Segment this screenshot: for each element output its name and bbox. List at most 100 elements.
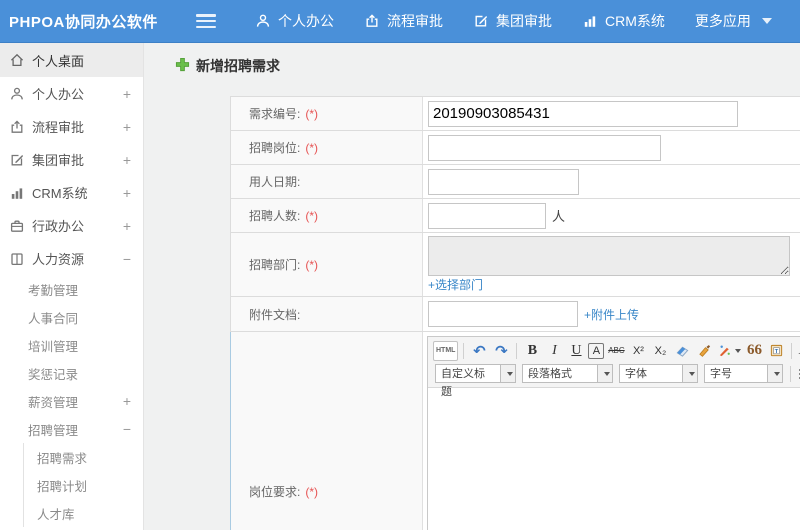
sidebar-item-attendance[interactable]: 考勤管理 xyxy=(0,275,143,303)
field-label: 用人日期: xyxy=(231,165,423,198)
sidebar-item-label: 奖惩记录 xyxy=(28,367,79,382)
edit-icon xyxy=(9,152,25,168)
form-row-position: 招聘岗位: (*) xyxy=(230,131,800,165)
sidebar-item-recruit-mgmt[interactable]: 招聘管理 − xyxy=(0,415,143,443)
italic-button[interactable]: I xyxy=(544,341,564,361)
caret-down-icon xyxy=(688,371,695,376)
sidebar-item-label: CRM系统 xyxy=(32,186,88,201)
menu-toggle-icon[interactable] xyxy=(196,14,216,28)
recruit-submenu: 招聘需求 招聘计划 人才库 xyxy=(23,443,143,527)
sidebar-item-recruit-plan[interactable]: 招聘计划 xyxy=(24,471,143,499)
expand-plus[interactable]: + xyxy=(121,152,133,168)
caret-down-icon xyxy=(773,371,780,376)
heading-select[interactable]: 自定义标题 xyxy=(435,364,516,398)
sidebar-item-admin-office[interactable]: 行政办公 + xyxy=(0,209,143,242)
form-row-date: 用人日期: xyxy=(230,165,800,199)
nav-crm-system[interactable]: CRM系统 xyxy=(582,11,665,31)
nav-label: 个人办公 xyxy=(278,13,334,29)
superscript-button[interactable]: X² xyxy=(628,341,648,361)
label-text: 岗位要求: xyxy=(249,485,301,499)
redo-icon[interactable]: ↷ xyxy=(491,341,511,361)
select-dept-link[interactable]: +选择部门 xyxy=(428,276,483,293)
sidebar-item-reward-punish[interactable]: 奖惩记录 xyxy=(0,359,143,387)
font-border-button[interactable]: A xyxy=(588,342,605,359)
blockquote-button[interactable]: 66 xyxy=(744,341,764,361)
label-text: 招聘人数: xyxy=(249,209,301,223)
paragraph-format-select[interactable]: 段落格式 xyxy=(522,364,613,383)
nav-more-apps[interactable]: 更多应用 xyxy=(695,11,772,31)
nav-personal-office[interactable]: 个人办公 xyxy=(255,11,334,31)
sidebar-item-human-resources[interactable]: 人力资源 − xyxy=(0,242,143,275)
sidebar-item-talent-pool[interactable]: 人才库 xyxy=(24,499,143,527)
req-no-input[interactable] xyxy=(428,100,738,127)
sidebar-item-salary[interactable]: 薪资管理 + xyxy=(0,387,143,415)
undo-icon[interactable]: ↶ xyxy=(469,341,489,361)
underline-button[interactable]: U xyxy=(566,341,586,361)
quick-format-icon[interactable] xyxy=(716,341,742,361)
sidebar-item-training[interactable]: 培训管理 xyxy=(0,331,143,359)
caret-down-icon xyxy=(603,371,610,376)
remove-format-eraser-icon[interactable] xyxy=(672,341,692,361)
recruit-demand-form: 需求编号: (*) 招聘岗位: (*) 用人日期: xyxy=(230,96,800,530)
subscript-button[interactable]: X₂ xyxy=(650,341,670,361)
sidebar-item-label: 人事合同 xyxy=(28,311,79,326)
field-label: 招聘岗位: (*) xyxy=(231,131,423,164)
font-size-select[interactable]: 字号 xyxy=(704,364,783,383)
date-input[interactable] xyxy=(428,168,579,195)
field-label: 需求编号: (*) xyxy=(231,97,423,130)
count-input[interactable] xyxy=(428,202,546,229)
sidebar-item-hr-contract[interactable]: 人事合同 xyxy=(0,303,143,331)
bold-button[interactable]: B xyxy=(522,341,542,361)
sidebar-item-crm-system[interactable]: CRM系统 + xyxy=(0,176,143,209)
sidebar-item-label: 行政办公 xyxy=(32,219,85,234)
hr-submenu: 考勤管理 人事合同 培训管理 奖惩记录 薪资管理 + 招聘管理 − 招聘需求 招… xyxy=(0,275,143,527)
export-arrow-icon xyxy=(364,13,380,29)
caret-down-icon xyxy=(761,18,772,24)
nav-workflow-approval[interactable]: 流程审批 xyxy=(364,11,443,31)
paste-icon[interactable]: T xyxy=(766,341,786,361)
attach-input[interactable] xyxy=(428,301,578,327)
expand-plus[interactable]: + xyxy=(121,119,133,135)
expand-minus[interactable]: − xyxy=(121,251,133,267)
required-mark: (*) xyxy=(305,208,319,223)
person-icon xyxy=(9,86,25,102)
attach-upload-link[interactable]: +附件上传 xyxy=(584,306,639,323)
format-brush-icon[interactable] xyxy=(694,341,714,361)
export-arrow-icon xyxy=(9,119,25,135)
sidebar-item-label: 个人办公 xyxy=(32,87,85,102)
caret-down-icon xyxy=(735,348,742,353)
sidebar-item-label: 人才库 xyxy=(37,507,75,522)
bar-chart-icon xyxy=(9,185,25,201)
field-label: 招聘人数: (*) xyxy=(231,199,423,232)
dept-textarea[interactable] xyxy=(428,236,790,276)
rich-text-editor: HTML ↶ ↷ B I U A ABC X² X₂ 66 T 自定义标题 段落… xyxy=(427,336,800,530)
main-content: 新增招聘需求 需求编号: (*) 招聘岗位: (*) 用人 xyxy=(145,43,800,530)
expand-minus[interactable]: − xyxy=(121,421,133,437)
expand-plus[interactable]: + xyxy=(121,218,133,234)
nav-group-approval[interactable]: 集团审批 xyxy=(473,11,552,31)
font-family-select[interactable]: 字体 xyxy=(619,364,698,383)
editor-content-area[interactable] xyxy=(428,388,800,530)
select-value: 字号 xyxy=(704,364,768,383)
bar-chart-icon xyxy=(582,13,598,29)
sidebar-item-personal-office[interactable]: 个人办公 + xyxy=(0,77,143,110)
sidebar-item-personal-desktop[interactable]: 个人桌面 xyxy=(0,43,143,77)
sidebar-item-label: 集团审批 xyxy=(32,153,85,168)
sidebar-item-group-approval[interactable]: 集团审批 + xyxy=(0,143,143,176)
sidebar-item-label: 培训管理 xyxy=(28,339,79,354)
app-logo: PHPOA协同办公软件 xyxy=(9,13,158,31)
position-input[interactable] xyxy=(428,134,661,161)
sidebar-item-workflow-approval[interactable]: 流程审批 + xyxy=(0,110,143,143)
page-title: 新增招聘需求 xyxy=(175,56,280,76)
form-row-dept: 招聘部门: (*) +选择部门 xyxy=(230,233,800,297)
source-code-button[interactable]: HTML xyxy=(433,340,459,361)
svg-text:T: T xyxy=(775,349,779,355)
expand-plus[interactable]: + xyxy=(121,86,133,102)
strikethrough-button[interactable]: ABC xyxy=(606,341,626,361)
expand-plus[interactable]: + xyxy=(121,185,133,201)
field-label: 招聘部门: (*) xyxy=(231,233,423,296)
briefcase-icon xyxy=(9,218,25,234)
sidebar-item-recruit-demand[interactable]: 招聘需求 xyxy=(24,443,143,471)
expand-plus[interactable]: + xyxy=(121,393,133,409)
editor-toolbar-row2: 自定义标题 段落格式 字体 字号 xyxy=(432,362,800,398)
